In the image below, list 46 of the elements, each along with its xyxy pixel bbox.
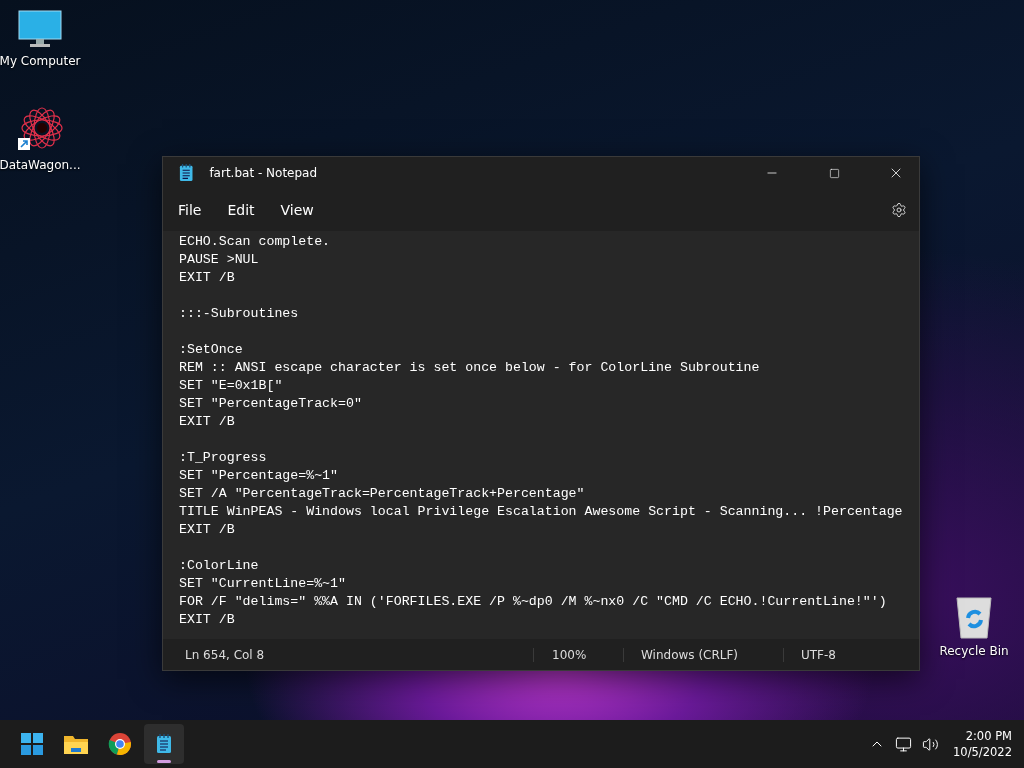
browser-icon [108, 732, 132, 756]
desktop-icon-label[interactable]: My Computer [0, 54, 81, 68]
notepad-icon [156, 734, 172, 754]
line-ending: Windows (CRLF) [623, 647, 783, 662]
desktop-icon-label[interactable]: DataWagon... [0, 158, 81, 172]
volume-icon[interactable] [922, 735, 940, 753]
code-line: :::-Subroutines [179, 305, 300, 323]
code-line: :T_Progress [179, 449, 268, 467]
network-icon[interactable] [895, 735, 913, 753]
desktop-icon-label[interactable]: Recycle Bin [939, 644, 1009, 658]
code-line: REM :: ANSI escape character is set once below - for ColorLine Subroutine [179, 359, 761, 377]
clock-time: 2:00 PM [965, 728, 1012, 744]
code-line: FOR /F "delims=" %%A IN ('FORFILES.EXE /P %~dp0 /M %~nx0 /C "CMD /C ECHO.!CurrentLine!"') [179, 593, 888, 611]
gear-icon [891, 202, 907, 218]
code-line: SET "PercentageTrack=0" [179, 395, 363, 413]
monitor-icon [18, 10, 62, 50]
window-title: fart.bat - Notepad [209, 166, 319, 180]
maximize-icon [828, 167, 840, 179]
code-line: :ColorLine [179, 557, 260, 575]
menu-item[interactable]: View [271, 196, 323, 224]
windows-logo-icon [21, 733, 43, 755]
code-line: EXIT /B [179, 413, 236, 431]
clock[interactable]: 2:00 PM 10/5/2022 [953, 728, 1012, 760]
zoom-level: 100% [533, 647, 623, 662]
active-indicator [157, 760, 171, 763]
code-line: ECHO.Scan complete. [179, 233, 332, 251]
code-line: EXIT /B [179, 611, 236, 629]
code-line: SET "CurrentLine=%~1" [179, 575, 347, 593]
cursor-position: Ln 654, Col 8 [184, 647, 266, 662]
code-line: EXIT /B [179, 269, 236, 287]
encoding: UTF-8 [783, 647, 903, 662]
code-line: TITLE WinPEAS - Windows local Privilege Escalation Awesome Script - Scanning... !Percentage [179, 503, 904, 521]
code-line: EXIT /B [179, 521, 236, 539]
notepad-icon [179, 164, 194, 182]
code-line: SET "E=0x1B[" [179, 377, 284, 395]
menu-item[interactable]: File [169, 196, 211, 224]
code-line: SET "Percentage=%~1" [179, 467, 340, 485]
code-line: SET /A "PercentageTrack=PercentageTrack+Percentage" [179, 485, 586, 503]
folder-icon [63, 733, 89, 755]
clock-date: 10/5/2022 [953, 744, 1012, 760]
taskbar-app-button[interactable] [144, 724, 184, 764]
code-line: :SetOnce [179, 341, 244, 359]
recycle-bin-icon [954, 596, 994, 640]
code-line: PAUSE >NUL [179, 251, 260, 269]
text-editor[interactable] [163, 231, 919, 639]
menu-item[interactable]: Edit [218, 196, 264, 224]
